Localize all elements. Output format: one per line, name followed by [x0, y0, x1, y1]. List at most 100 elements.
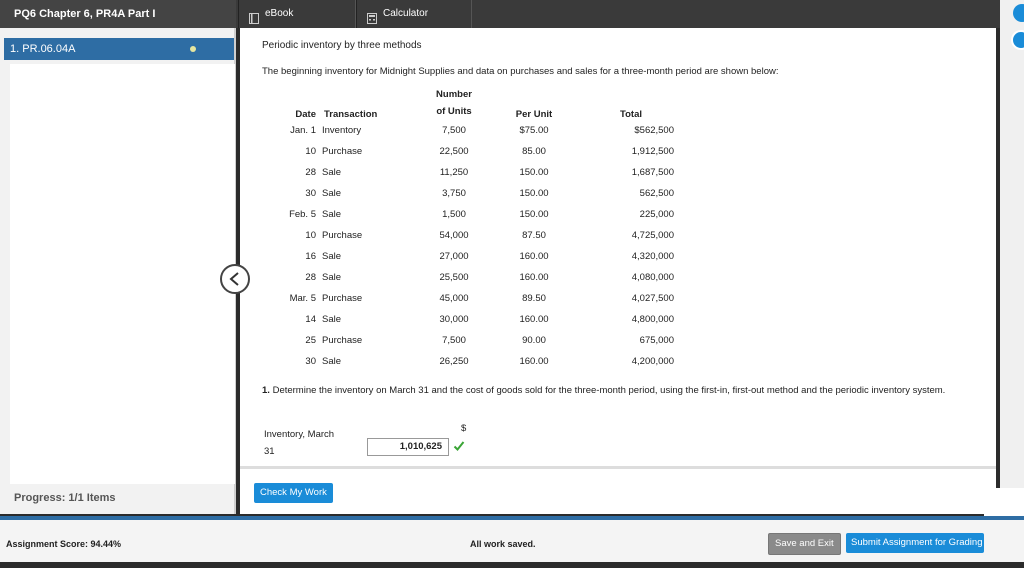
cell-per-unit: 160.00 — [519, 251, 549, 262]
cell-per-unit: 87.50 — [522, 230, 546, 241]
cell-total: 4,800,000 — [631, 314, 674, 325]
cell-per-unit: 160.00 — [519, 314, 549, 325]
page-title: Periodic inventory by three methods — [262, 40, 422, 51]
cell-units: 25,500 — [439, 272, 469, 283]
sidebar-item-label: 1. PR.06.04A — [10, 43, 76, 55]
table-row: 30 Sale 3,750 150.00 562,500 — [276, 183, 688, 204]
check-my-work-button[interactable]: Check My Work — [254, 483, 333, 503]
footer-bar: Assignment Score: 94.44% All work saved.… — [0, 516, 1024, 562]
cell-date: 25 — [305, 335, 316, 346]
cell-per-unit: 89.50 — [522, 293, 546, 304]
table-row: 25 Purchase 7,500 90.00 675,000 — [276, 330, 688, 351]
cell-date: 28 — [305, 167, 316, 178]
tab-calculator-label: Calculator — [383, 8, 429, 19]
question-number: 1. — [262, 385, 270, 396]
cell-units: 30,000 — [439, 314, 469, 325]
table-row: 28 Sale 11,250 150.00 1,687,500 — [276, 162, 688, 183]
cell-per-unit: $75.00 — [519, 125, 549, 136]
cell-transaction: Purchase — [322, 293, 363, 304]
question-body: Determine the inventory on March 31 and … — [272, 385, 946, 396]
tab-calculator[interactable]: Calculator — [356, 0, 472, 28]
circle-icon — [1011, 30, 1024, 50]
cell-units: 54,000 — [439, 230, 469, 241]
cell-per-unit: 90.00 — [522, 335, 546, 346]
cell-date: Jan. 1 — [290, 125, 316, 136]
sidebar-panel — [10, 64, 235, 484]
sidebar: 1. PR.06.04A Progress: 1/1 Items — [0, 28, 236, 514]
intro-text: The beginning inventory for Midnight Sup… — [262, 66, 779, 77]
cell-date: 10 — [305, 146, 316, 157]
cell-date: 14 — [305, 314, 316, 325]
cell-units: 3,750 — [442, 188, 466, 199]
table-row: 16 Sale 27,000 160.00 4,320,000 — [276, 246, 688, 267]
collapse-sidebar-button[interactable] — [220, 264, 250, 294]
cell-total: 4,320,000 — [631, 251, 674, 262]
cell-total: 4,725,000 — [631, 230, 674, 241]
header-transaction: Transaction — [324, 109, 378, 120]
table-row: 28 Sale 25,500 160.00 4,080,000 — [276, 267, 688, 288]
cell-units: 7,500 — [442, 125, 466, 136]
save-and-exit-button[interactable]: Save and Exit — [768, 533, 841, 555]
question-text: 1. Determine the inventory on March 31 a… — [262, 382, 992, 399]
table-row: 30 Sale 26,250 160.00 4,200,000 — [276, 351, 688, 372]
cell-units: 1,500 — [442, 209, 466, 220]
table-row: Mar. 5 Purchase 45,000 89.50 4,027,500 — [276, 288, 688, 309]
cell-transaction: Sale — [322, 356, 342, 367]
cell-transaction: Sale — [322, 188, 342, 199]
app-title: PQ6 Chapter 6, PR4A Part I — [0, 0, 236, 28]
cell-units: 45,000 — [439, 293, 469, 304]
tab-ebook[interactable]: eBook — [238, 0, 356, 28]
table-row: Jan. 1 Inventory 7,500 $75.00 $562,500 — [276, 120, 688, 141]
cell-units: 27,000 — [439, 251, 469, 262]
cell-per-unit: 150.00 — [519, 188, 549, 199]
calculator-icon — [367, 8, 377, 24]
cell-transaction: Sale — [322, 251, 342, 262]
header-units-line1: Number — [436, 89, 472, 100]
cell-units: 26,250 — [439, 356, 469, 367]
cell-date: Feb. 5 — [289, 209, 316, 220]
cell-per-unit: 160.00 — [519, 356, 549, 367]
inventory-answer-field[interactable]: 1,010,625 — [367, 438, 449, 456]
cell-total: $562,500 — [634, 125, 674, 136]
ebook-icon — [249, 8, 259, 24]
table-row: 10 Purchase 22,500 85.00 1,912,500 — [276, 141, 688, 162]
divider — [240, 466, 996, 469]
cell-date: 16 — [305, 251, 316, 262]
cell-total: 4,200,000 — [631, 356, 674, 367]
inventory-label-line1: Inventory, March — [264, 429, 335, 440]
table-row: 10 Purchase 54,000 87.50 4,725,000 — [276, 225, 688, 246]
cell-total: 225,000 — [639, 209, 674, 220]
status-dot-icon — [190, 46, 196, 52]
cell-total: 4,027,500 — [631, 293, 674, 304]
cell-date: 30 — [305, 356, 316, 367]
right-edge-panel — [1000, 0, 1024, 568]
circle-icon — [1013, 4, 1024, 22]
cell-per-unit: 150.00 — [519, 209, 549, 220]
submit-assignment-button[interactable]: Submit Assignment for Grading — [846, 533, 984, 553]
cell-total: 1,687,500 — [631, 167, 674, 178]
header-per-unit: Per Unit — [515, 109, 553, 120]
cell-transaction: Sale — [322, 167, 342, 178]
cell-total: 4,080,000 — [631, 272, 674, 283]
cell-total: 675,000 — [639, 335, 674, 346]
cell-total: 1,912,500 — [631, 146, 674, 157]
inventory-label-line2: 31 — [264, 446, 275, 457]
header-total: Total — [620, 109, 642, 120]
save-status: All work saved. — [470, 539, 536, 549]
cell-date: 28 — [305, 272, 316, 283]
tab-ebook-label: eBook — [265, 8, 294, 19]
sidebar-item-pr0604a[interactable]: 1. PR.06.04A — [4, 38, 234, 60]
currency-symbol: $ — [461, 423, 467, 434]
cell-date: 30 — [305, 188, 316, 199]
bottom-strip — [0, 562, 1024, 568]
cell-units: 7,500 — [442, 335, 466, 346]
cell-transaction: Inventory — [322, 125, 362, 136]
cell-per-unit: 160.00 — [519, 272, 549, 283]
cell-transaction: Purchase — [322, 146, 363, 157]
inventory-table: Date Transaction Number Per Unit Total o… — [276, 86, 688, 372]
progress-label: Progress: 1/1 Items — [14, 492, 116, 504]
cell-transaction: Purchase — [322, 335, 363, 346]
header-units-line2: of Units — [436, 106, 472, 117]
cell-transaction: Purchase — [322, 230, 363, 241]
cell-per-unit: 85.00 — [522, 146, 546, 157]
